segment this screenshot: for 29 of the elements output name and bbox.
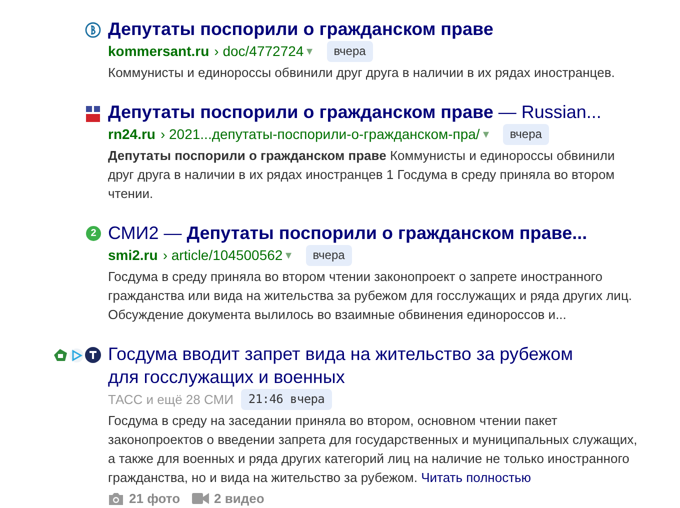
- result-title[interactable]: СМИ2 — Депутаты поспорили о гражданском праве...: [108, 222, 603, 245]
- camera-icon: [108, 492, 124, 506]
- source-logo-icon: [53, 348, 68, 362]
- result-title[interactable]: Депутаты поспорили о гражданском праве — Russian...: [108, 101, 603, 124]
- date-label: 21:46 вчера: [241, 389, 332, 410]
- site-badge: 2: [86, 226, 101, 241]
- url-path[interactable]: › doc/4772724: [214, 42, 304, 61]
- site-logo-icon: [85, 22, 101, 38]
- site-domain[interactable]: rn24.ru: [108, 125, 156, 144]
- video-camera-icon: [192, 492, 210, 505]
- date-label: вчера: [326, 41, 373, 62]
- site-logo-icon: [85, 105, 101, 123]
- result-snippet: Депутаты поспорили о гражданском праве Коммунисты и единороссы обвинили друг друга в наличии в их рядах иностранцев 1 Госдума в среду приняла во втором чтении.: [108, 147, 616, 203]
- site-domain[interactable]: kommersant.ru: [108, 42, 210, 61]
- url-path[interactable]: › 2021...депутаты-поспорили-о-гражданском-пра/: [160, 125, 480, 144]
- date-label: вчера: [306, 245, 352, 266]
- photo-count[interactable]: 21 фото: [129, 490, 180, 507]
- result-title[interactable]: Госдума вводит запрет вида на жительство за рубежом для госслужащих и военных: [108, 343, 603, 389]
- result-snippet: Госдума в среду на заседании приняла во втором, основном чтении пакет законопроектов о введении запрета для государственных и муниципальных служащих, а также для военных и ряда других категорий лиц на наличие не только иностранного гражданства, но и вида на жительство за рубежом. Читать полностью: [108, 412, 638, 487]
- source-logo-icon: [85, 347, 101, 363]
- read-more-link[interactable]: Читать полностью: [421, 470, 532, 485]
- result-snippet: Госдума в среду приняла во втором чтении законопроект о запрете иностранного гражданства или вида на жительства за рубежом для госслужащих и ряда других лиц. Обсуждение документа вылилось во взаимные обвинения единороссов и...: [108, 268, 634, 324]
- url-path[interactable]: › article/104500562: [162, 246, 283, 265]
- date-label: вчера: [502, 124, 549, 145]
- video-count[interactable]: 2 видео: [214, 490, 264, 507]
- result-title[interactable]: Депутаты поспорили о гражданском праве: [108, 18, 603, 41]
- play-icon: [69, 348, 84, 362]
- result-snippet: Коммунисты и единороссы обвинили друг друга в наличии в их рядах иностранцев.: [108, 64, 616, 82]
- site-domain[interactable]: smi2.ru: [108, 246, 158, 265]
